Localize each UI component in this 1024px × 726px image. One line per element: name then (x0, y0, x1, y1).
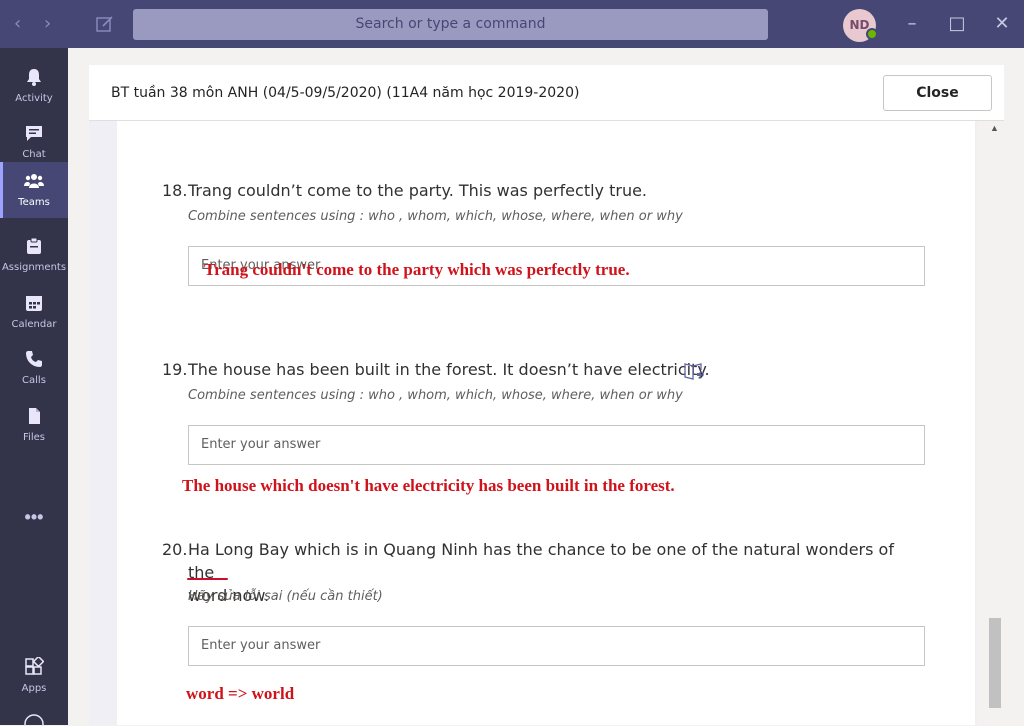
apps-icon (25, 657, 44, 675)
bell-icon (27, 69, 41, 86)
answer-input[interactable]: Enter your answer (188, 425, 925, 465)
dialog-header: BT tuần 38 môn ANH (04/5-09/5/2020) (11A… (89, 65, 1004, 121)
maximize-icon[interactable]: □ (945, 12, 969, 36)
rail-item-calendar[interactable]: Calendar (0, 284, 68, 340)
handwritten-answer: Trang couldn't come to the party which w… (204, 260, 630, 279)
scroll-up-icon[interactable]: ▲ (990, 123, 999, 133)
calendar-icon (26, 296, 42, 311)
scrollbar-thumb[interactable] (989, 618, 1001, 708)
question-number: 18. (162, 181, 188, 200)
question-text: The house has been built in the forest. … (188, 360, 710, 379)
presence-status-icon (866, 28, 878, 40)
minimize-icon[interactable]: – (900, 12, 924, 36)
immersive-reader-icon[interactable] (683, 361, 705, 381)
dialog-title: BT tuần 38 môn ANH (04/5-09/5/2020) (11A… (111, 85, 580, 101)
chevron-left-icon[interactable]: ‹ (14, 13, 21, 34)
chevron-right-icon[interactable]: › (44, 13, 51, 34)
file-icon (29, 408, 40, 424)
rail-item-assignments[interactable]: Assignments (0, 227, 68, 283)
question-instruction: Combine sentences using : who , whom, wh… (188, 209, 683, 224)
handwritten-answer: word => world (186, 684, 295, 703)
question-instruction: Hãy sửa lỗi sai (nếu cần thiết) (188, 589, 383, 604)
phone-icon (26, 351, 42, 367)
red-underline (187, 578, 228, 580)
chat-icon (26, 126, 42, 141)
question-number: 20. (162, 540, 188, 559)
question-text-line: Ha Long Bay which is in Quang Ninh has t… (188, 540, 894, 582)
answer-placeholder: Enter your answer (201, 437, 321, 452)
teams-icon (24, 174, 44, 188)
close-icon[interactable]: ✕ (990, 12, 1014, 36)
question-number: 19. (162, 360, 188, 379)
more-apps-icon[interactable]: ••• (0, 507, 68, 528)
rail-item-files[interactable]: Files (0, 397, 68, 453)
assignments-icon (27, 237, 41, 254)
answer-input[interactable]: Enter your answer (188, 626, 925, 666)
title-bar: ‹ › Search or type a command ND – □ ✕ (0, 0, 1024, 48)
handwritten-answer: The house which doesn't have electricity… (182, 476, 675, 495)
rail-item-apps[interactable]: Apps (0, 648, 68, 704)
answer-placeholder: Enter your answer (201, 638, 321, 653)
help-icon[interactable] (24, 712, 44, 726)
rail-item-calls[interactable]: Calls (0, 340, 68, 396)
compose-icon[interactable] (96, 15, 114, 33)
question-text: Trang couldn’t come to the party. This w… (188, 181, 648, 200)
close-button[interactable]: Close (883, 75, 992, 111)
rail-item-activity[interactable]: Activity (0, 58, 68, 114)
app-rail: Activity Chat Teams Assignments Calendar… (0, 48, 68, 726)
question-instruction: Combine sentences using : who , whom, wh… (188, 388, 683, 403)
search-input[interactable]: Search or type a command (133, 9, 768, 40)
rail-item-teams[interactable]: Teams (0, 162, 68, 218)
